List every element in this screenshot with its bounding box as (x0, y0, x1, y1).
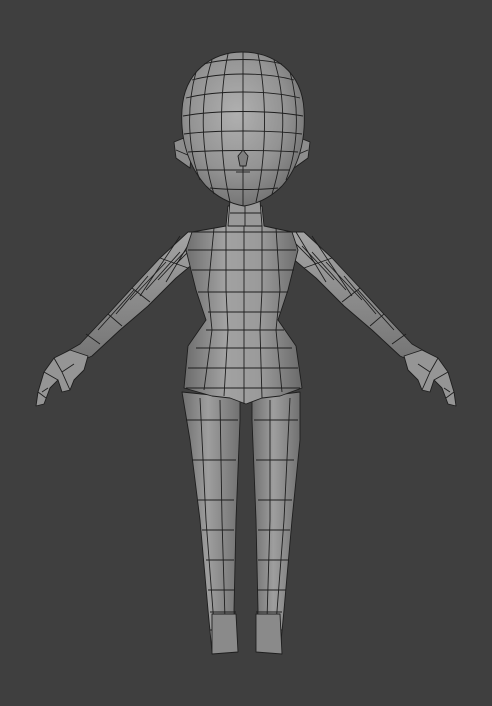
character-mesh (35, 51, 457, 655)
right-arm (283, 231, 457, 407)
left-arm (35, 231, 209, 407)
head (181, 51, 305, 207)
torso (183, 199, 303, 405)
3d-viewport[interactable] (0, 0, 492, 706)
legs (181, 391, 301, 655)
